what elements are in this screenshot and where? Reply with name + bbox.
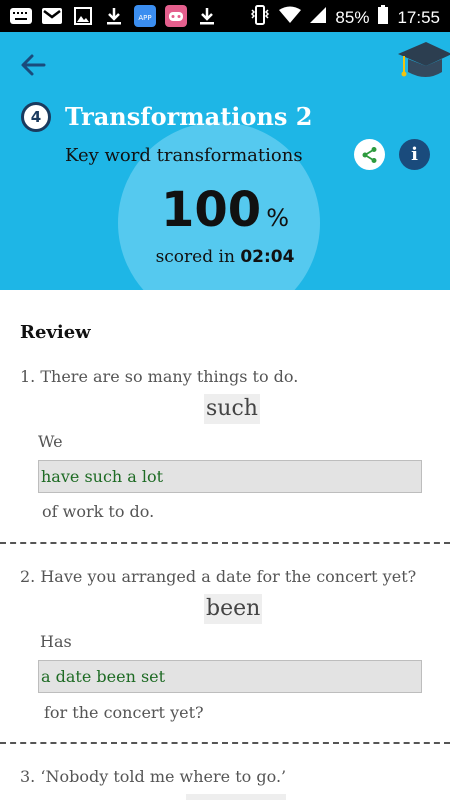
gmail-icon: [41, 5, 63, 27]
scored-time-line: scored in 02:04: [0, 247, 450, 267]
score: 100 %: [0, 182, 450, 238]
wifi-icon: [279, 6, 302, 29]
info-button[interactable]: i: [399, 139, 430, 170]
keyboard-icon: [10, 5, 32, 27]
unit-number-badge: 4: [21, 102, 51, 132]
question-2-prompt: 2. Have you arranged a date for the conc…: [20, 567, 417, 586]
review-heading: Review: [20, 322, 91, 343]
question-divider: [0, 742, 450, 744]
score-unit: %: [266, 204, 290, 232]
question-1-keyword: such: [204, 394, 260, 424]
question-1-suffix: of work to do.: [42, 502, 155, 521]
share-icon: [362, 146, 376, 163]
scored-time: 02:04: [240, 247, 295, 267]
page-title: Transformations 2: [65, 102, 313, 131]
vibrate-icon: [249, 4, 271, 31]
status-bar: APP 85% 17:55: [0, 0, 450, 32]
svg-text:APP: APP: [138, 14, 151, 22]
result-header: 4 Transformations 2 Key word transformat…: [0, 32, 450, 290]
question-3-prompt: 3. ‘Nobody told me where to go.’: [20, 767, 287, 786]
notification-icons: APP: [10, 5, 218, 27]
info-icon: i: [411, 144, 418, 165]
question-divider: [0, 542, 450, 544]
score-value: 100: [160, 182, 262, 238]
game-icon: [165, 5, 187, 27]
clock: 17:55: [397, 7, 440, 27]
question-2-answer: a date been set: [38, 660, 422, 693]
question-3-keyword: [186, 794, 286, 800]
download-icon: [103, 5, 125, 27]
system-status: 85% 17:55: [249, 4, 440, 31]
back-arrow-icon: [21, 54, 46, 76]
question-2-keyword: been: [204, 594, 263, 624]
question-2-prefix: Has: [40, 632, 72, 651]
image-icon: [72, 5, 94, 27]
question-2-suffix: for the concert yet?: [44, 703, 204, 722]
page-subtitle: Key word transformations: [65, 145, 303, 166]
graduation-cap-icon: [396, 32, 450, 88]
app-store-icon: APP: [134, 5, 156, 27]
battery-percent: 85%: [335, 7, 370, 27]
question-1-answer: have such a lot: [38, 460, 422, 493]
back-button[interactable]: [18, 52, 54, 80]
share-button[interactable]: [354, 139, 385, 170]
question-1-prompt: 1. There are so many things to do.: [20, 367, 299, 386]
scored-prefix: scored in: [155, 247, 235, 267]
question-1-prefix: We: [38, 432, 63, 451]
battery-icon: [377, 5, 389, 30]
download-icon: [196, 5, 218, 27]
signal-icon: [309, 6, 327, 29]
